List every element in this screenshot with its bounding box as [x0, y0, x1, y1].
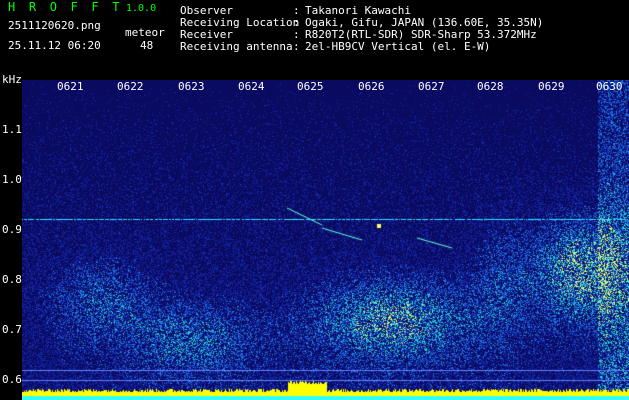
timestamp: 25.11.12 06:20 — [8, 39, 101, 52]
freq-label: 0.9 — [2, 223, 22, 236]
time-tick: 0630 — [596, 80, 623, 93]
meteor-label: meteor — [125, 26, 165, 39]
freq-label: 0.6 — [2, 373, 22, 386]
spectrogram-canvas — [22, 80, 629, 400]
filename: 2511120620.png — [8, 19, 101, 32]
info-value-antenna: 2el-HB9CV Vertical (el. E-W) — [305, 40, 491, 53]
time-tick: 0621 — [57, 80, 84, 93]
info-sep: : — [293, 40, 300, 53]
freq-label: 1.0 — [2, 173, 22, 186]
time-tick: 0624 — [238, 80, 265, 93]
hroft-window: H R O F F T 1.0.0 2511120620.png 25.11.1… — [0, 0, 629, 400]
freq-label: 1.1 — [2, 123, 22, 136]
freq-unit-label: kHz — [2, 73, 22, 86]
meteor-count: 48 — [140, 39, 154, 52]
time-tick: 0622 — [117, 80, 144, 93]
app-title: H R O F F T — [8, 0, 123, 14]
time-tick: 0626 — [358, 80, 385, 93]
freq-label: 0.7 — [2, 323, 22, 336]
app-version: 1.0.0 — [126, 3, 157, 14]
time-tick: 0623 — [178, 80, 205, 93]
time-tick: 0625 — [297, 80, 324, 93]
time-tick: 0628 — [477, 80, 504, 93]
freq-label: 0.8 — [2, 273, 22, 286]
info-label-antenna: Receiving antenna — [180, 40, 293, 53]
time-tick: 0627 — [418, 80, 445, 93]
time-tick: 0629 — [538, 80, 565, 93]
